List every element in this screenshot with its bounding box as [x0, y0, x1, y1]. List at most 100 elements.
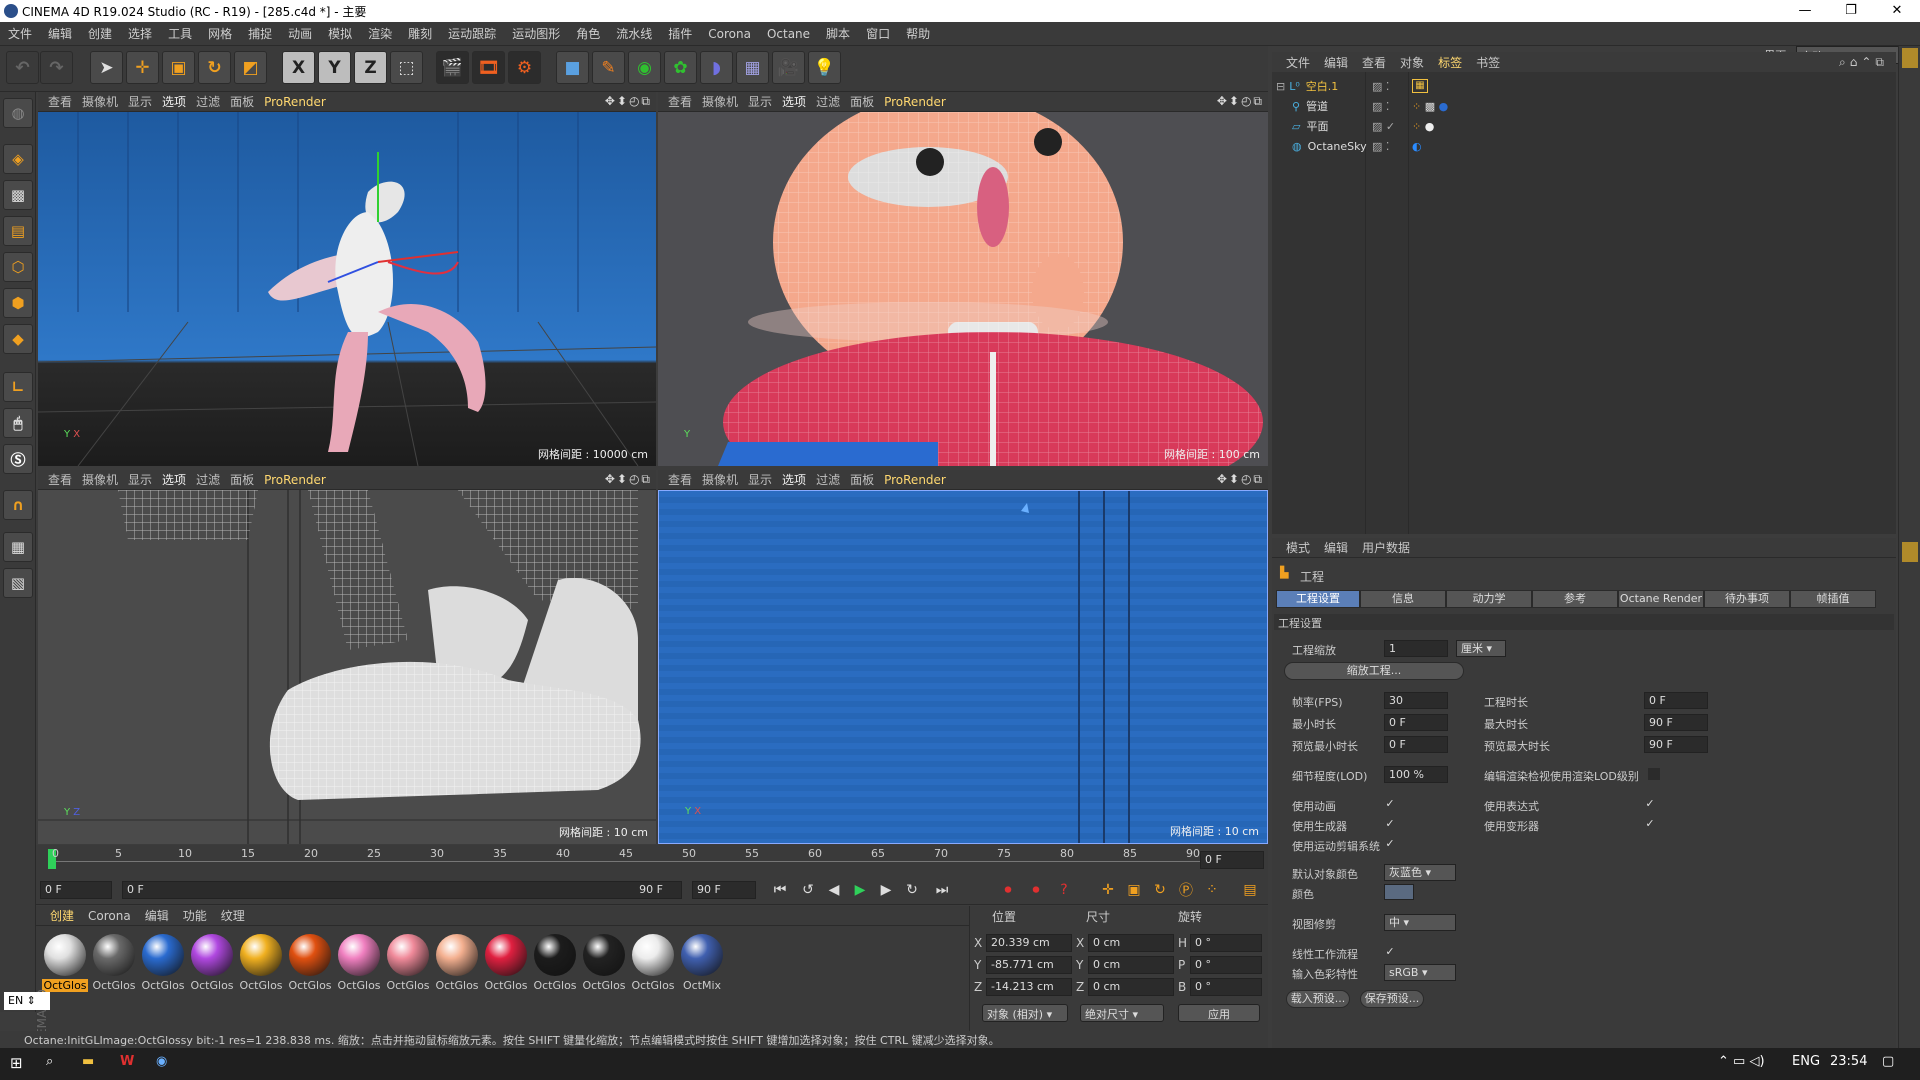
vp-menu-camera[interactable]: 摄像机: [702, 93, 738, 110]
rotation-field[interactable]: 0 °: [1190, 934, 1262, 952]
render-settings-icon[interactable]: ⚙: [508, 51, 541, 84]
size-field[interactable]: 0 cm: [1088, 956, 1174, 974]
viewport-nav-icons[interactable]: ✥⬍◴⧉: [605, 94, 652, 109]
max-time-field[interactable]: 90 F: [1644, 714, 1708, 731]
vp-menu-view[interactable]: 查看: [668, 471, 692, 488]
clock[interactable]: 23:54: [1830, 1054, 1867, 1069]
vp-menu-display[interactable]: 显示: [748, 471, 772, 488]
obj-menu-bookmarks[interactable]: 书签: [1476, 54, 1500, 71]
redo-icon[interactable]: ↷: [40, 51, 73, 84]
keyframe-selection-icon[interactable]: ?: [1052, 879, 1076, 901]
project-time-field[interactable]: 0 F: [1644, 692, 1708, 709]
select-arrow-icon[interactable]: ➤: [90, 51, 123, 84]
minimize-button[interactable]: —: [1782, 0, 1828, 22]
render-region-icon[interactable]: 🎬: [436, 51, 469, 84]
key-parameter-icon[interactable]: Ⓟ: [1174, 879, 1198, 901]
menu-file[interactable]: 文件: [0, 25, 40, 42]
material-swatch[interactable]: OctGlos: [532, 934, 578, 996]
menu-animate[interactable]: 动画: [280, 25, 320, 42]
material-swatch[interactable]: OctGlos: [140, 934, 186, 996]
size-field[interactable]: 0 cm: [1088, 934, 1174, 952]
vp-menu-display[interactable]: 显示: [748, 93, 772, 110]
z-axis-button[interactable]: Z: [354, 51, 387, 84]
file-explorer-icon[interactable]: ▬: [82, 1054, 94, 1069]
obj-menu-tags[interactable]: 标签: [1438, 54, 1462, 71]
object-row[interactable]: ⚲ 管道 ▨ ⁚ ⁘ ▩ ●: [1272, 96, 1896, 116]
menu-simulate[interactable]: 模拟: [320, 25, 360, 42]
vp-menu-display[interactable]: 显示: [128, 93, 152, 110]
search-icon[interactable]: ⌕: [46, 1054, 53, 1069]
menu-snap[interactable]: 捕捉: [240, 25, 280, 42]
vp-menu-panel[interactable]: 面板: [230, 471, 254, 488]
visibility-icon[interactable]: ▨ ⁚: [1372, 140, 1389, 153]
y-axis-button[interactable]: Y: [318, 51, 351, 84]
mat-menu-corona[interactable]: Corona: [88, 909, 131, 923]
side-tab-objects[interactable]: [1902, 48, 1918, 68]
fps-field[interactable]: 30: [1384, 692, 1448, 709]
planar-workplane-icon[interactable]: ▧: [3, 568, 33, 598]
vp-menu-prorender[interactable]: ProRender: [264, 473, 326, 487]
scale-project-button[interactable]: 缩放工程...: [1284, 662, 1464, 680]
menu-sculpt[interactable]: 雕刻: [400, 25, 440, 42]
preview-max-field[interactable]: 90 F: [1644, 736, 1708, 753]
vp-menu-panel[interactable]: 面板: [230, 93, 254, 110]
viewport-nav-icons[interactable]: ✥⬍◴⧉: [1217, 472, 1264, 487]
world-coord-icon[interactable]: ⬚: [390, 51, 423, 84]
render-lod-checkbox[interactable]: [1648, 768, 1660, 780]
menu-help[interactable]: 帮助: [898, 25, 938, 42]
viewport-front[interactable]: 查看 摄像机 显示 选项 过滤 面板 ProRender ✥⬍◴⧉ 网格间距 :…: [658, 470, 1268, 844]
mat-menu-function[interactable]: 功能: [183, 907, 207, 924]
vp-menu-options[interactable]: 选项: [162, 93, 186, 110]
use-animation-checkbox[interactable]: ✓: [1384, 798, 1396, 810]
frame-range-slider[interactable]: 0 F 90 F: [122, 881, 682, 899]
expand-icon[interactable]: ⊟: [1276, 80, 1285, 93]
mat-menu-texture[interactable]: 纹理: [221, 907, 245, 924]
view-clip-dropdown[interactable]: 中 ▾: [1384, 914, 1456, 931]
floor-icon[interactable]: ▦: [736, 51, 769, 84]
material-swatch[interactable]: OctGlos: [91, 934, 137, 996]
rotation-field[interactable]: 0 °: [1190, 956, 1262, 974]
scale-icon[interactable]: ▣: [162, 51, 195, 84]
menu-pipeline[interactable]: 流水线: [608, 25, 660, 42]
tab-frame-interpolation[interactable]: 帧插值: [1790, 590, 1876, 608]
menu-window[interactable]: 窗口: [858, 25, 898, 42]
viewport-canvas[interactable]: 网格间距 : 100 cm Y: [658, 112, 1268, 466]
vp-menu-view[interactable]: 查看: [48, 471, 72, 488]
vp-menu-filter[interactable]: 过滤: [196, 93, 220, 110]
key-position-icon[interactable]: ✛: [1096, 879, 1120, 901]
workplane-icon[interactable]: ▤: [3, 216, 33, 246]
vp-menu-filter[interactable]: 过滤: [816, 93, 840, 110]
rotate-icon[interactable]: ↻: [198, 51, 231, 84]
min-time-field[interactable]: 0 F: [1384, 714, 1448, 731]
material-swatch[interactable]: OctGlos: [287, 934, 333, 996]
use-motion-system-checkbox[interactable]: ✓: [1384, 838, 1396, 850]
cube-icon[interactable]: ■: [556, 51, 589, 84]
viewport-nav-icons[interactable]: ✥⬍◴⧉: [1217, 94, 1264, 109]
key-pla-icon[interactable]: ⁘: [1200, 879, 1224, 901]
autokey-icon[interactable]: ⏺: [1024, 879, 1048, 901]
timeline-window-icon[interactable]: ▤: [1238, 879, 1262, 901]
load-preset-button[interactable]: 载入预设...: [1286, 990, 1350, 1008]
close-button[interactable]: ✕: [1874, 0, 1920, 22]
cloner-icon[interactable]: ✿: [664, 51, 697, 84]
render-view-icon[interactable]: 🎞: [472, 51, 505, 84]
key-scale-icon[interactable]: ▣: [1122, 879, 1146, 901]
ime-indicator[interactable]: EN ⇕: [4, 992, 50, 1010]
position-field[interactable]: 20.339 cm: [986, 934, 1072, 952]
material-swatch[interactable]: OctGlos: [336, 934, 382, 996]
tab-reference[interactable]: 参考: [1532, 590, 1618, 608]
x-axis-button[interactable]: X: [282, 51, 315, 84]
play-icon[interactable]: ▶: [848, 879, 872, 901]
material-swatch[interactable]: OctGlos: [189, 934, 235, 996]
vp-menu-view[interactable]: 查看: [48, 93, 72, 110]
tab-info[interactable]: 信息: [1360, 590, 1446, 608]
menu-corona[interactable]: Corona: [700, 27, 759, 41]
tab-todo[interactable]: 待办事项: [1704, 590, 1790, 608]
menu-render[interactable]: 渲染: [360, 25, 400, 42]
start-frame-field[interactable]: 0 F: [40, 881, 112, 899]
mat-menu-edit[interactable]: 编辑: [145, 907, 169, 924]
subdivision-icon[interactable]: ◉: [628, 51, 661, 84]
menu-mograph[interactable]: 运动图形: [504, 25, 568, 42]
menu-create[interactable]: 创建: [80, 25, 120, 42]
recent-tool-icon[interactable]: ◩: [234, 51, 267, 84]
